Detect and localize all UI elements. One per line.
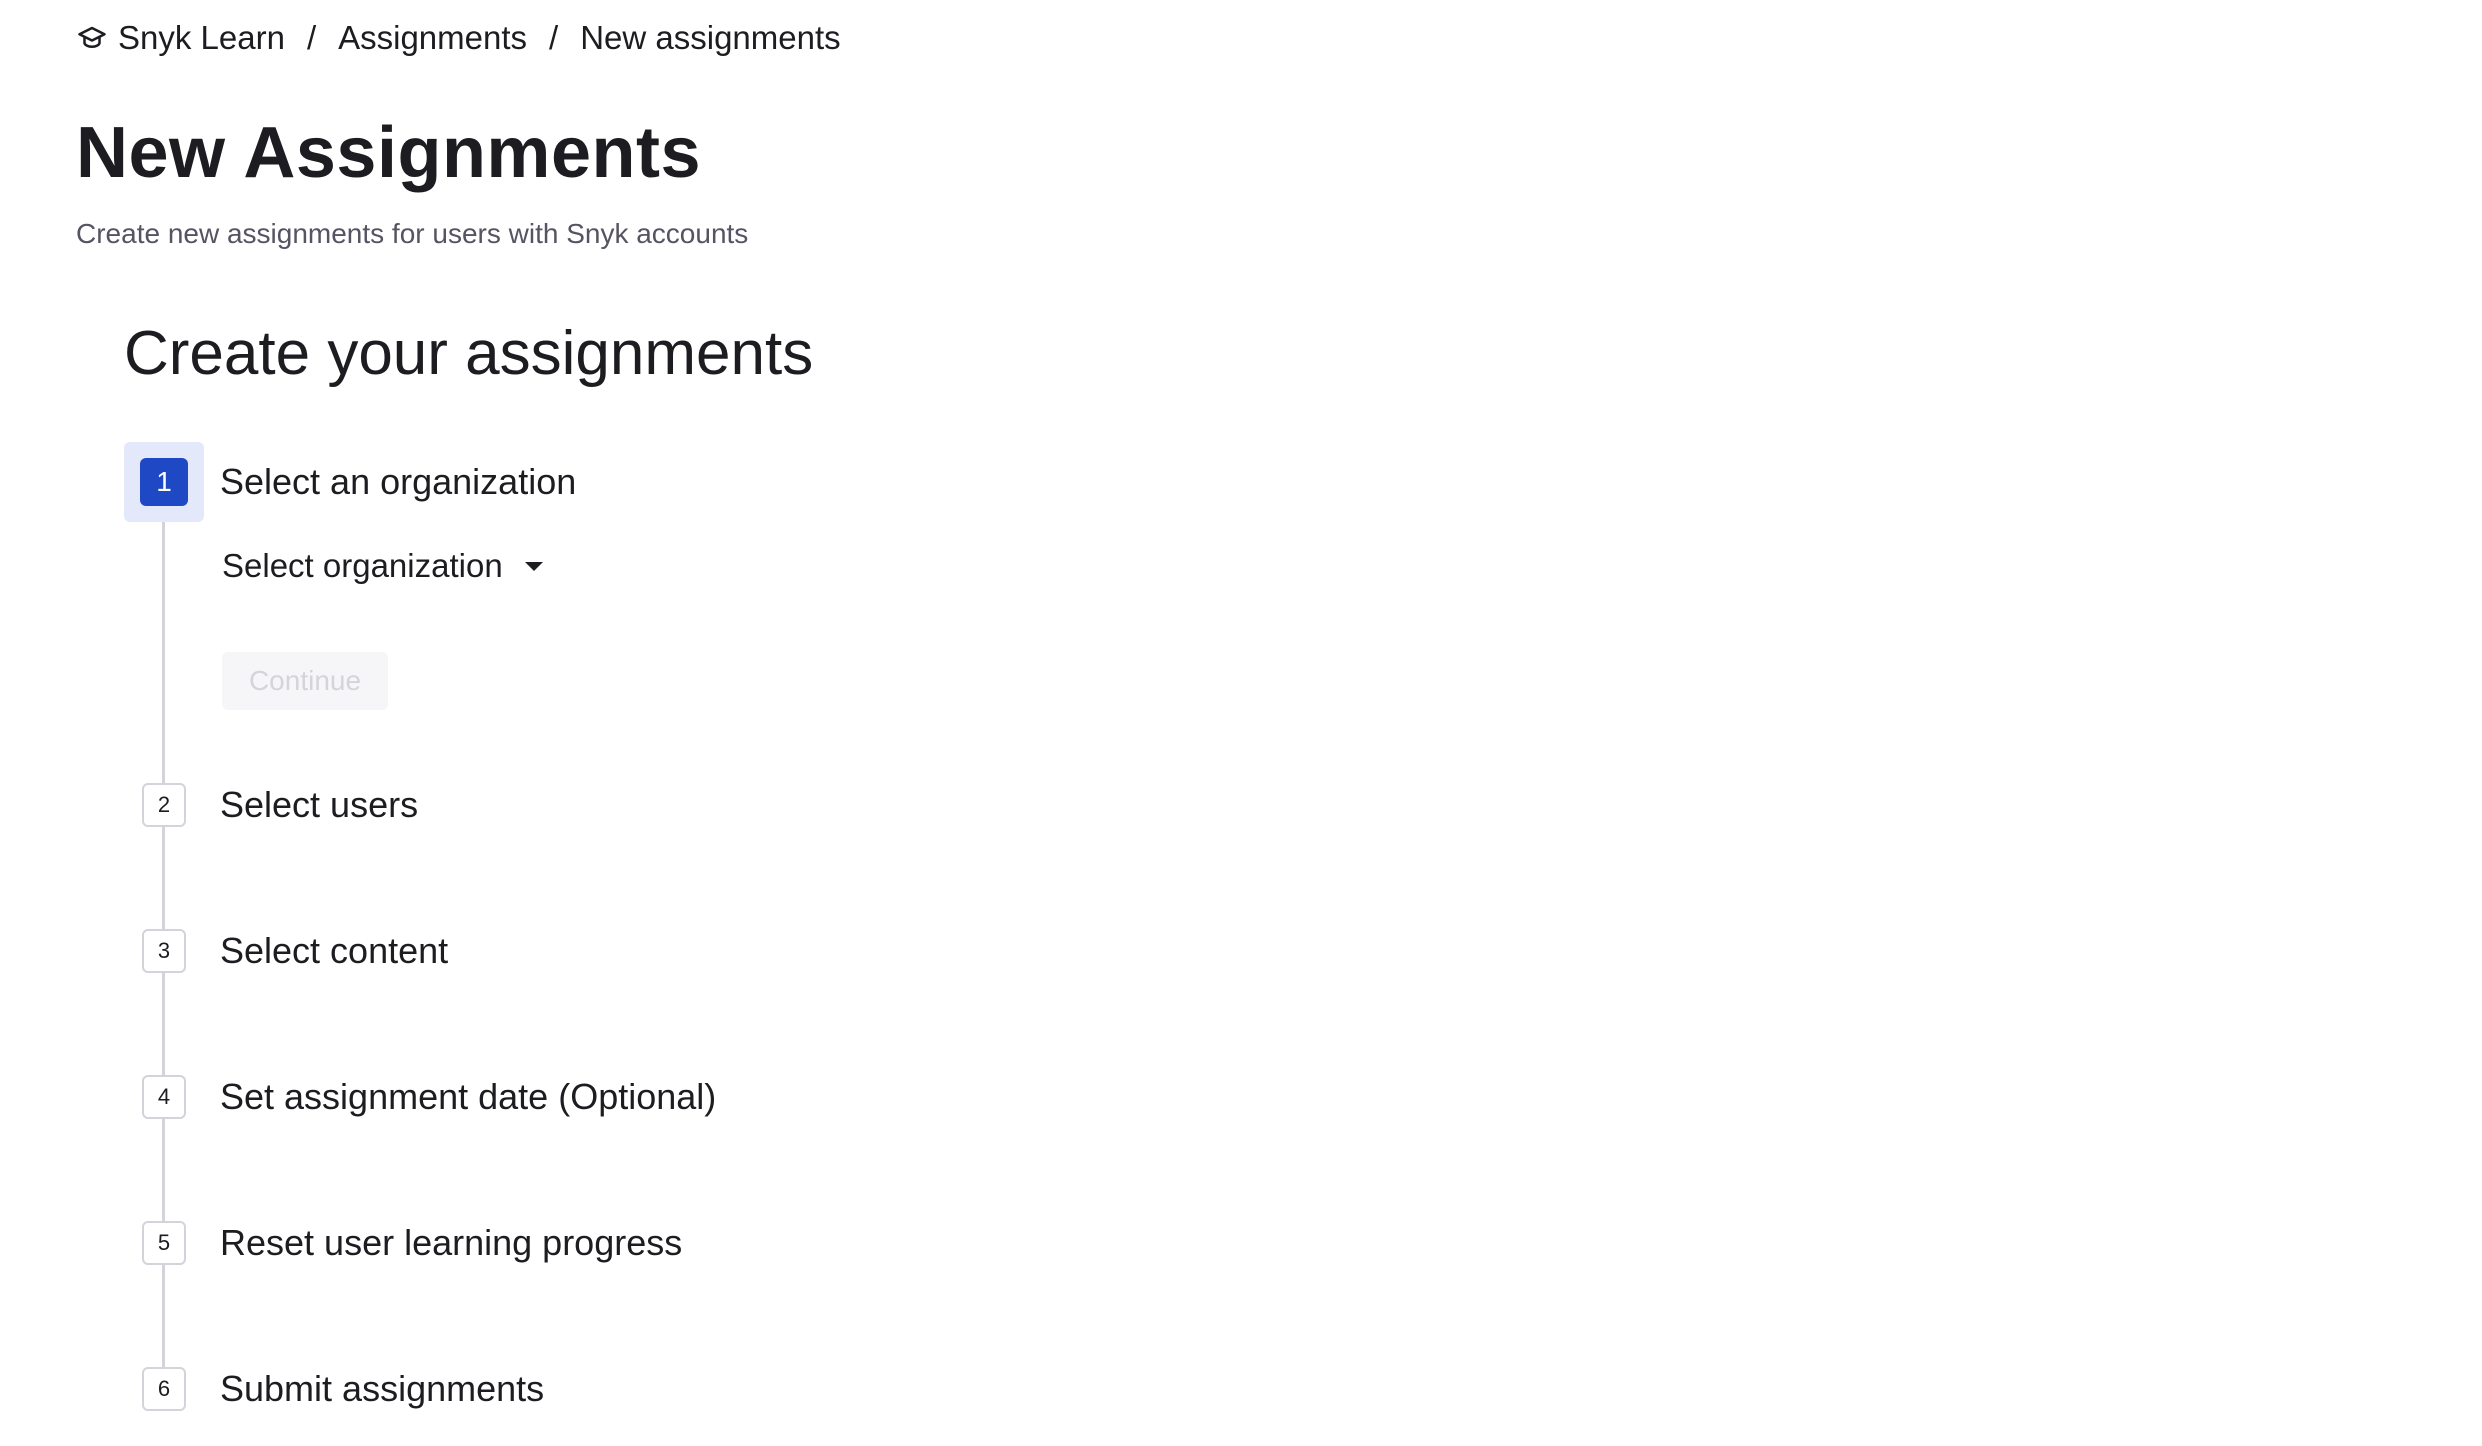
step-number-container: 2 bbox=[124, 765, 204, 845]
step-select-organization[interactable]: 1 Select an organization bbox=[124, 442, 576, 522]
breadcrumb-separator: / bbox=[549, 19, 559, 56]
step-label: Select an organization bbox=[220, 461, 577, 502]
breadcrumb-new-assignments: New assignments bbox=[580, 19, 841, 56]
step-select-users[interactable]: 2 Select users bbox=[124, 765, 418, 845]
page-title: New Assignments bbox=[76, 113, 701, 193]
step-number: 5 bbox=[142, 1221, 186, 1265]
chevron-down-icon bbox=[524, 561, 543, 571]
wizard-title: Create your assignments bbox=[124, 319, 814, 388]
step-select-content[interactable]: 3 Select content bbox=[124, 911, 448, 991]
step-reset-learning-progress[interactable]: 5 Reset user learning progress bbox=[124, 1203, 682, 1283]
breadcrumb: Snyk Learn / Assignments / New assignmen… bbox=[76, 18, 841, 58]
graduation-cap-icon bbox=[76, 22, 108, 54]
step-number: 2 bbox=[142, 783, 186, 827]
step-number-container: 6 bbox=[124, 1349, 204, 1429]
step-number-container: 3 bbox=[124, 911, 204, 991]
step-set-assignment-date[interactable]: 4 Set assignment date (Optional) bbox=[124, 1057, 716, 1137]
step-label: Submit assignments bbox=[220, 1368, 545, 1409]
step-label: Set assignment date (Optional) bbox=[220, 1076, 717, 1117]
page-subtitle: Create new assignments for users with Sn… bbox=[76, 218, 749, 249]
step-number: 3 bbox=[142, 929, 186, 973]
step-submit-assignments[interactable]: 6 Submit assignments bbox=[124, 1349, 544, 1429]
organization-dropdown[interactable]: Select organization bbox=[222, 546, 543, 586]
step-number-container: 5 bbox=[124, 1203, 204, 1283]
step-label: Reset user learning progress bbox=[220, 1222, 683, 1263]
step-number-container: 1 bbox=[124, 442, 204, 522]
breadcrumb-separator: / bbox=[306, 19, 317, 56]
step-number: 4 bbox=[142, 1075, 186, 1119]
step-number: 1 bbox=[140, 458, 188, 506]
step-label: Select content bbox=[220, 930, 449, 971]
continue-button[interactable]: Continue bbox=[222, 652, 388, 710]
step-number: 6 bbox=[142, 1367, 186, 1411]
organization-dropdown-label: Select organization bbox=[222, 547, 503, 584]
step-number-container: 4 bbox=[124, 1057, 204, 1137]
breadcrumb-snyk-learn[interactable]: Snyk Learn bbox=[118, 19, 285, 57]
breadcrumb-assignments[interactable]: Assignments bbox=[338, 19, 527, 57]
step-label: Select users bbox=[220, 784, 419, 825]
